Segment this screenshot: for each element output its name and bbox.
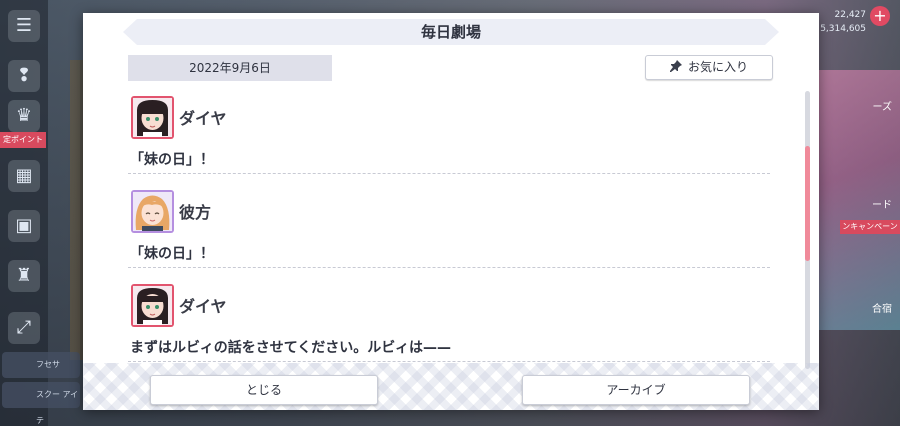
dia-avatar <box>131 284 174 327</box>
right-label-2[interactable]: ード <box>872 196 892 211</box>
rail-point-tag: 定ポイント <box>0 132 46 148</box>
add-resource-button[interactable]: + <box>870 6 890 26</box>
resource-count-2: 5,314,605 <box>820 24 866 34</box>
trophy-icon[interactable]: ♜ <box>8 260 40 292</box>
chat-icon[interactable]: ❢ <box>8 60 40 92</box>
rail-shortcut-2[interactable]: スクー アイテ <box>2 382 80 425</box>
dia-avatar <box>131 96 174 139</box>
scrollbar-thumb[interactable] <box>805 146 810 261</box>
message-divider <box>128 361 770 362</box>
message-item: ダイヤ まずはルビィの話をさせてください。ルビィは—— <box>128 279 770 369</box>
archive-button[interactable]: アーカイブ <box>522 375 750 405</box>
resource-count-1: 22,427 <box>834 10 867 20</box>
crown-icon[interactable]: ♛ <box>8 100 40 132</box>
resource-counter: 22,427 5,314,605 <box>820 8 866 36</box>
fullscreen-icon[interactable]: ⤢ <box>8 312 40 344</box>
message-text: まずはルビィの話をさせてください。ルビィは—— <box>130 340 452 356</box>
favorite-label: お気に入り <box>687 60 748 74</box>
rail-shortcut-1[interactable]: フセサ <box>2 352 80 378</box>
message-divider <box>128 267 770 268</box>
dialog-title: 毎日劇場 <box>420 23 481 41</box>
message-list[interactable]: ダイヤ 「妹の日」！ 彼方 「妹の日」！ ダイヤ まずはルビィの話をさせてくださ… <box>128 91 773 369</box>
message-item: ダイヤ 「妹の日」！ <box>128 91 770 185</box>
message-item: 彼方 「妹の日」！ <box>128 185 770 279</box>
campaign-tag[interactable]: ンキャンペーン <box>840 220 900 234</box>
pin-icon <box>669 56 682 79</box>
right-label-1[interactable]: ーズ <box>873 98 893 113</box>
kanata-avatar <box>131 190 174 233</box>
close-button[interactable]: とじる <box>150 375 378 405</box>
date-label: 2022年9月6日 <box>128 55 332 81</box>
menu-icon[interactable]: ☰ <box>8 10 40 42</box>
scrollbar[interactable] <box>805 91 810 369</box>
favorite-button[interactable]: お気に入り <box>645 55 773 80</box>
right-label-3[interactable]: 合宿 <box>872 300 892 315</box>
gift-icon[interactable]: ▦ <box>8 160 40 192</box>
speaker-name: 彼方 <box>179 203 212 222</box>
speaker-name: ダイヤ <box>179 297 227 316</box>
message-text: 「妹の日」！ <box>130 246 214 262</box>
daily-theater-dialog: 毎日劇場 2022年9月6日 お気に入り ダイヤ 「妹の日」！ 彼方 「妹の日」… <box>83 13 819 410</box>
message-text: 「妹の日」！ <box>130 152 214 168</box>
speaker-name: ダイヤ <box>179 109 227 128</box>
present-icon[interactable]: ▣ <box>8 210 40 242</box>
message-divider <box>128 173 770 174</box>
